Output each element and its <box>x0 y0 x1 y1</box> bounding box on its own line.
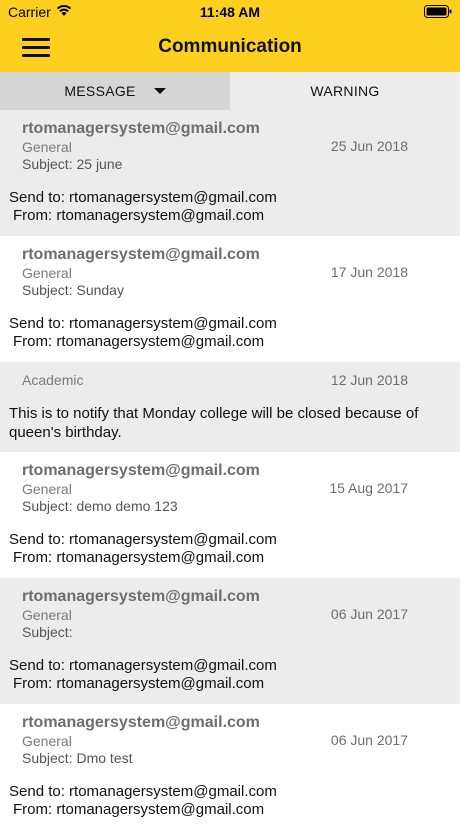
message-subject: Subject: demo demo 123 <box>22 498 178 514</box>
tab-warning[interactable]: WARNING <box>230 72 460 110</box>
sender-email: rtomanagersystem@gmail.com <box>22 588 260 605</box>
tab-bar: MESSAGE WARNING <box>0 72 460 110</box>
message-item[interactable]: rtomanagersystem@gmail.com General Subje… <box>0 452 460 578</box>
caret-down-icon[interactable] <box>153 88 166 94</box>
from-line: From: rtomanagersystem@gmail.com <box>13 207 265 224</box>
from-line: From: rtomanagersystem@gmail.com <box>13 549 265 566</box>
send-to-line: Send to: rtomanagersystem@gmail.com <box>9 783 277 800</box>
message-item[interactable]: rtomanagersystem@gmail.com General Subje… <box>0 236 460 362</box>
clock: 11:48 AM <box>199 4 261 20</box>
send-to-line: Send to: rtomanagersystem@gmail.com <box>9 657 277 674</box>
top-bar: Carrier 11:48 AM Communication <box>0 0 460 72</box>
message-category: General <box>22 733 72 749</box>
notice-item[interactable]: Academic 12 Jun 2018 This is to notify t… <box>0 362 460 452</box>
tab-message[interactable]: MESSAGE <box>0 72 230 110</box>
from-line: From: rtomanagersystem@gmail.com <box>13 333 265 350</box>
message-date: 25 Jun 2018 <box>330 138 408 154</box>
from-line: From: rtomanagersystem@gmail.com <box>13 675 265 692</box>
notice-category: Academic <box>22 372 84 388</box>
sender-email: rtomanagersystem@gmail.com <box>22 462 260 479</box>
tab-warning-label: WARNING <box>310 83 380 99</box>
message-category: General <box>22 139 72 155</box>
send-to-line: Send to: rtomanagersystem@gmail.com <box>9 531 277 548</box>
tab-message-label: MESSAGE <box>64 83 136 99</box>
notice-body: This is to notify that Monday college wi… <box>9 405 419 441</box>
battery-icon <box>424 5 452 18</box>
message-category: General <box>22 481 72 497</box>
message-date: 06 Jun 2017 <box>330 606 408 622</box>
sender-email: rtomanagersystem@gmail.com <box>22 246 260 263</box>
message-date: 17 Jun 2018 <box>330 264 408 280</box>
message-subject: Subject: Dmo test <box>22 750 133 766</box>
message-item[interactable]: rtomanagersystem@gmail.com General Subje… <box>0 110 460 236</box>
sender-email: rtomanagersystem@gmail.com <box>22 714 260 731</box>
status-bar: Carrier 11:48 AM <box>0 0 460 24</box>
page-title: Communication <box>158 36 302 57</box>
sender-email: rtomanagersystem@gmail.com <box>22 120 260 137</box>
message-item[interactable]: rtomanagersystem@gmail.com General Subje… <box>0 704 460 830</box>
notice-date: 12 Jun 2018 <box>330 372 408 388</box>
message-list: rtomanagersystem@gmail.com General Subje… <box>0 110 460 830</box>
message-category: General <box>22 265 72 281</box>
message-date: 15 Aug 2017 <box>329 480 408 496</box>
send-to-line: Send to: rtomanagersystem@gmail.com <box>9 189 277 206</box>
message-category: General <box>22 607 72 623</box>
message-subject: Subject: <box>22 624 73 640</box>
message-item[interactable]: rtomanagersystem@gmail.com General Subje… <box>0 578 460 704</box>
send-to-line: Send to: rtomanagersystem@gmail.com <box>9 315 277 332</box>
message-date: 06 Jun 2017 <box>330 732 408 748</box>
message-subject: Subject: Sunday <box>22 282 124 298</box>
message-subject: Subject: 25 june <box>22 156 123 172</box>
from-line: From: rtomanagersystem@gmail.com <box>13 801 265 818</box>
